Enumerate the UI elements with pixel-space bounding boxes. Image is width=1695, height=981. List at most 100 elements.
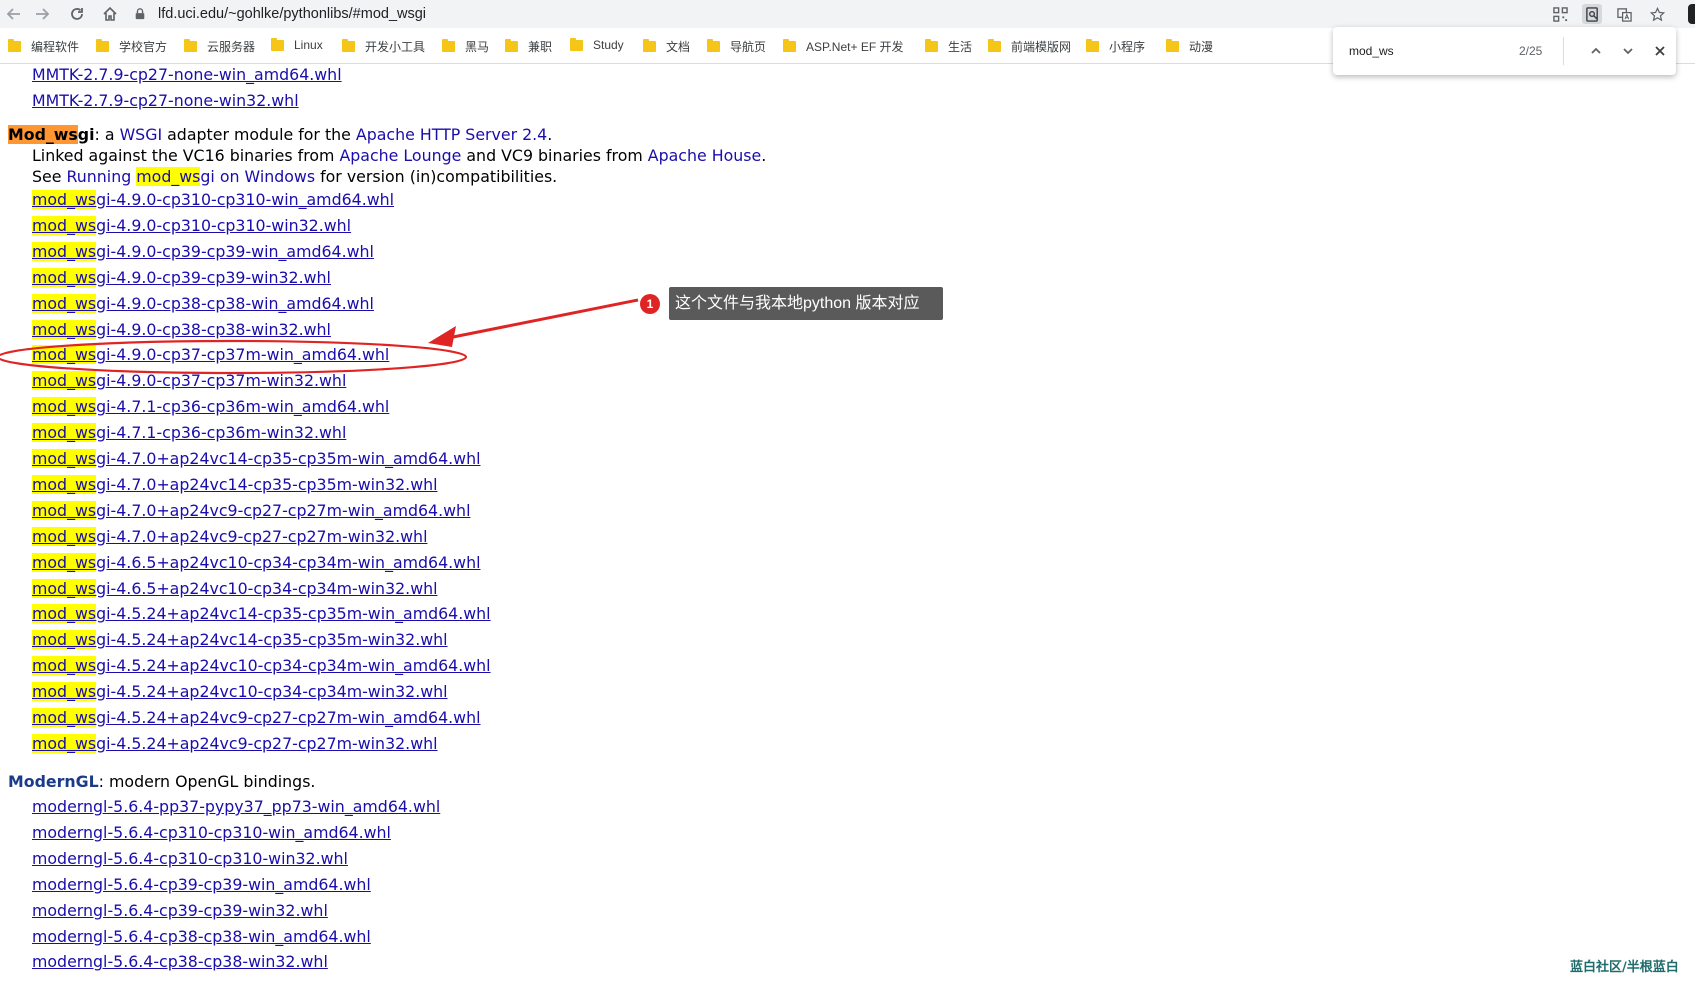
- moderngl-file-link[interactable]: moderngl-5.6.4-pp37-pypy37_pp73-win_amd6…: [32, 797, 440, 816]
- moderngl-file-link[interactable]: moderngl-5.6.4-cp39-cp39-win_amd64.whl: [32, 875, 371, 894]
- annotation-callout: 这个文件与我本地python 版本对应: [669, 287, 943, 320]
- moderngl-file-link[interactable]: moderngl-5.6.4-cp39-cp39-win32.whl: [32, 901, 328, 920]
- profile-avatar[interactable]: [1688, 4, 1695, 24]
- url-text: lfd.uci.edu/~gohlke/pythonlibs/#mod_wsgi: [158, 6, 427, 22]
- modwsgi-file-link[interactable]: mod_wsgi-4.9.0-cp37-cp37m-win_amd64.whl: [32, 345, 389, 365]
- modwsgi-file-link[interactable]: mod_wsgi-4.9.0-cp39-cp39-win32.whl: [32, 267, 331, 287]
- modwsgi-file-link[interactable]: mod_wsgi-4.7.1-cp36-cp36m-win32.whl: [32, 423, 346, 443]
- modwsgi-file-link[interactable]: mod_wsgi-4.5.24+ap24vc14-cp35-cp35m-win3…: [32, 630, 448, 650]
- folder-icon: [96, 39, 109, 52]
- moderngl-file-link[interactable]: moderngl-5.6.4-cp38-cp38-win_amd64.whl: [32, 927, 371, 946]
- folder-icon: [271, 37, 284, 51]
- folder-icon: [1086, 39, 1099, 52]
- apache-house-link[interactable]: Apache House: [648, 146, 761, 165]
- find-next-button[interactable]: [1618, 41, 1638, 61]
- bookmark-folder[interactable]: 黑马: [442, 38, 489, 55]
- close-icon: [1655, 46, 1665, 56]
- qr-code-icon: [1552, 6, 1568, 22]
- folder-icon: [570, 37, 583, 51]
- folder-icon: [643, 39, 656, 52]
- running-modwsgi-link[interactable]: Running mod_wsgi on Windows: [67, 167, 315, 186]
- arrow-left-icon: [6, 8, 20, 20]
- bookmark-folder[interactable]: 前端模版网: [988, 38, 1071, 55]
- translate-icon: [1616, 7, 1632, 22]
- find-previous-button[interactable]: [1586, 41, 1606, 61]
- home-icon: [103, 6, 117, 21]
- modwsgi-file-link[interactable]: mod_wsgi-4.6.5+ap24vc10-cp34-cp34m-win_a…: [32, 552, 481, 572]
- star-icon: [1649, 6, 1665, 21]
- moderngl-heading: ModernGL: modern OpenGL bindings.: [8, 772, 316, 791]
- find-match-count: 2/25: [1519, 44, 1543, 58]
- modwsgi-file-link[interactable]: mod_wsgi-4.5.24+ap24vc10-cp34-cp34m-win_…: [32, 656, 491, 676]
- find-close-button[interactable]: [1650, 41, 1670, 61]
- modwsgi-file-link[interactable]: mod_wsgi-4.7.0+ap24vc14-cp35-cp35m-win_a…: [32, 449, 481, 468]
- translate-button[interactable]: [1614, 4, 1634, 24]
- bookmark-folder[interactable]: 兼职: [505, 38, 552, 55]
- modwsgi-file-link[interactable]: mod_wsgi-4.9.0-cp310-cp310-win32.whl: [32, 215, 351, 235]
- find-bar: mod_ws 2/25: [1333, 27, 1676, 75]
- find-icon: [1585, 6, 1598, 22]
- folder-icon: [783, 39, 796, 52]
- folder-icon: [988, 39, 1001, 52]
- bookmark-folder[interactable]: 学校官方: [96, 38, 167, 55]
- page-content: MMTK-2.7.9-cp27-none-win_amd64.whl MMTK-…: [0, 60, 1695, 981]
- folder-icon: [707, 39, 720, 52]
- modwsgi-linked-note: Linked against the VC16 binaries from Ap…: [32, 146, 767, 165]
- address-bar[interactable]: lfd.uci.edu/~gohlke/pythonlibs/#mod_wsgi: [132, 2, 1552, 26]
- chevron-up-icon: [1591, 47, 1601, 54]
- bookmark-folder[interactable]: Linux: [271, 37, 323, 52]
- bookmark-folder[interactable]: Study: [570, 37, 624, 52]
- bookmark-folder[interactable]: 文档: [643, 38, 690, 55]
- moderngl-file-link[interactable]: moderngl-5.6.4-cp310-cp310-win32.whl: [32, 849, 348, 868]
- modwsgi-file-link[interactable]: mod_wsgi-4.9.0-cp310-cp310-win_amd64.whl: [32, 190, 394, 209]
- modwsgi-file-link[interactable]: mod_wsgi-4.9.0-cp38-cp38-win32.whl: [32, 319, 331, 339]
- modwsgi-file-link[interactable]: mod_wsgi-4.6.5+ap24vc10-cp34-cp34m-win32…: [32, 578, 438, 598]
- find-divider: [1563, 37, 1564, 65]
- modwsgi-file-link[interactable]: mod_wsgi-4.5.24+ap24vc9-cp27-cp27m-win_a…: [32, 708, 481, 727]
- modwsgi-file-link[interactable]: mod_wsgi-4.7.0+ap24vc9-cp27-cp27m-win32.…: [32, 526, 427, 546]
- bookmark-folder[interactable]: ASP.Net+ EF 开发: [783, 38, 903, 55]
- modwsgi-file-link[interactable]: mod_wsgi-4.5.24+ap24vc14-cp35-cp35m-win_…: [32, 604, 491, 624]
- bookmark-star-button[interactable]: [1647, 4, 1667, 24]
- mmtk-link[interactable]: MMTK-2.7.9-cp27-none-win32.whl: [32, 91, 299, 110]
- modwsgi-file-link[interactable]: mod_wsgi-4.7.0+ap24vc9-cp27-cp27m-win_am…: [32, 500, 470, 520]
- modwsgi-file-link[interactable]: mod_wsgi-4.5.24+ap24vc9-cp27-cp27m-win32…: [32, 733, 438, 753]
- bookmark-folder[interactable]: 开发小工具: [342, 38, 425, 55]
- bookmark-folder[interactable]: 导航页: [707, 38, 766, 55]
- mmtk-link[interactable]: MMTK-2.7.9-cp27-none-win_amd64.whl: [32, 65, 342, 84]
- reload-button[interactable]: [67, 4, 87, 24]
- browser-toolbar: lfd.uci.edu/~gohlke/pythonlibs/#mod_wsgi: [0, 0, 1695, 28]
- annotation-badge: 1: [640, 294, 660, 314]
- moderngl-file-link[interactable]: moderngl-5.6.4-cp310-cp310-win_amd64.whl: [32, 823, 391, 842]
- chevron-down-icon: [1623, 48, 1633, 55]
- find-in-page-button[interactable]: [1582, 4, 1602, 24]
- modwsgi-heading: Mod_wsgi: a WSGI adapter module for the …: [8, 125, 553, 144]
- modwsgi-file-link[interactable]: mod_wsgi-4.9.0-cp39-cp39-win_amd64.whl: [32, 241, 374, 261]
- folder-icon: [8, 39, 21, 52]
- modwsgi-file-link[interactable]: mod_wsgi-4.5.24+ap24vc10-cp34-cp34m-win3…: [32, 682, 448, 702]
- modwsgi-file-link[interactable]: mod_wsgi-4.9.0-cp38-cp38-win_amd64.whl: [32, 293, 374, 313]
- modwsgi-see-note: See Running mod_wsgi on Windows for vers…: [32, 167, 558, 186]
- back-button[interactable]: [4, 4, 24, 24]
- modwsgi-file-link[interactable]: mod_wsgi-4.9.0-cp37-cp37m-win32.whl: [32, 371, 346, 391]
- bookmark-folder[interactable]: 生活: [925, 38, 972, 55]
- modwsgi-file-link[interactable]: mod_wsgi-4.7.0+ap24vc14-cp35-cp35m-win32…: [32, 474, 438, 494]
- modwsgi-file-link[interactable]: mod_wsgi-4.7.1-cp36-cp36m-win_amd64.whl: [32, 397, 389, 417]
- moderngl-file-link[interactable]: moderngl-5.6.4-cp38-cp38-win32.whl: [32, 952, 328, 971]
- forward-button[interactable]: [32, 4, 52, 24]
- lock-icon: [134, 7, 148, 21]
- find-input[interactable]: mod_ws: [1349, 44, 1394, 58]
- wsgi-link[interactable]: WSGI: [120, 125, 163, 144]
- bookmark-folder[interactable]: 小程序: [1086, 38, 1145, 55]
- bookmark-folder[interactable]: 云服务器: [184, 38, 255, 55]
- home-button[interactable]: [100, 4, 120, 24]
- apache-http-server-link[interactable]: Apache HTTP Server 2.4: [356, 125, 547, 144]
- arrow-right-icon: [36, 8, 50, 20]
- folder-icon: [342, 39, 355, 52]
- folder-icon: [184, 39, 197, 52]
- bookmark-folder[interactable]: 编程软件: [8, 38, 79, 55]
- qr-code-button[interactable]: [1550, 4, 1570, 24]
- folder-icon: [505, 39, 518, 52]
- apache-lounge-link[interactable]: Apache Lounge: [339, 146, 461, 165]
- bookmark-folder[interactable]: 动漫: [1166, 38, 1213, 55]
